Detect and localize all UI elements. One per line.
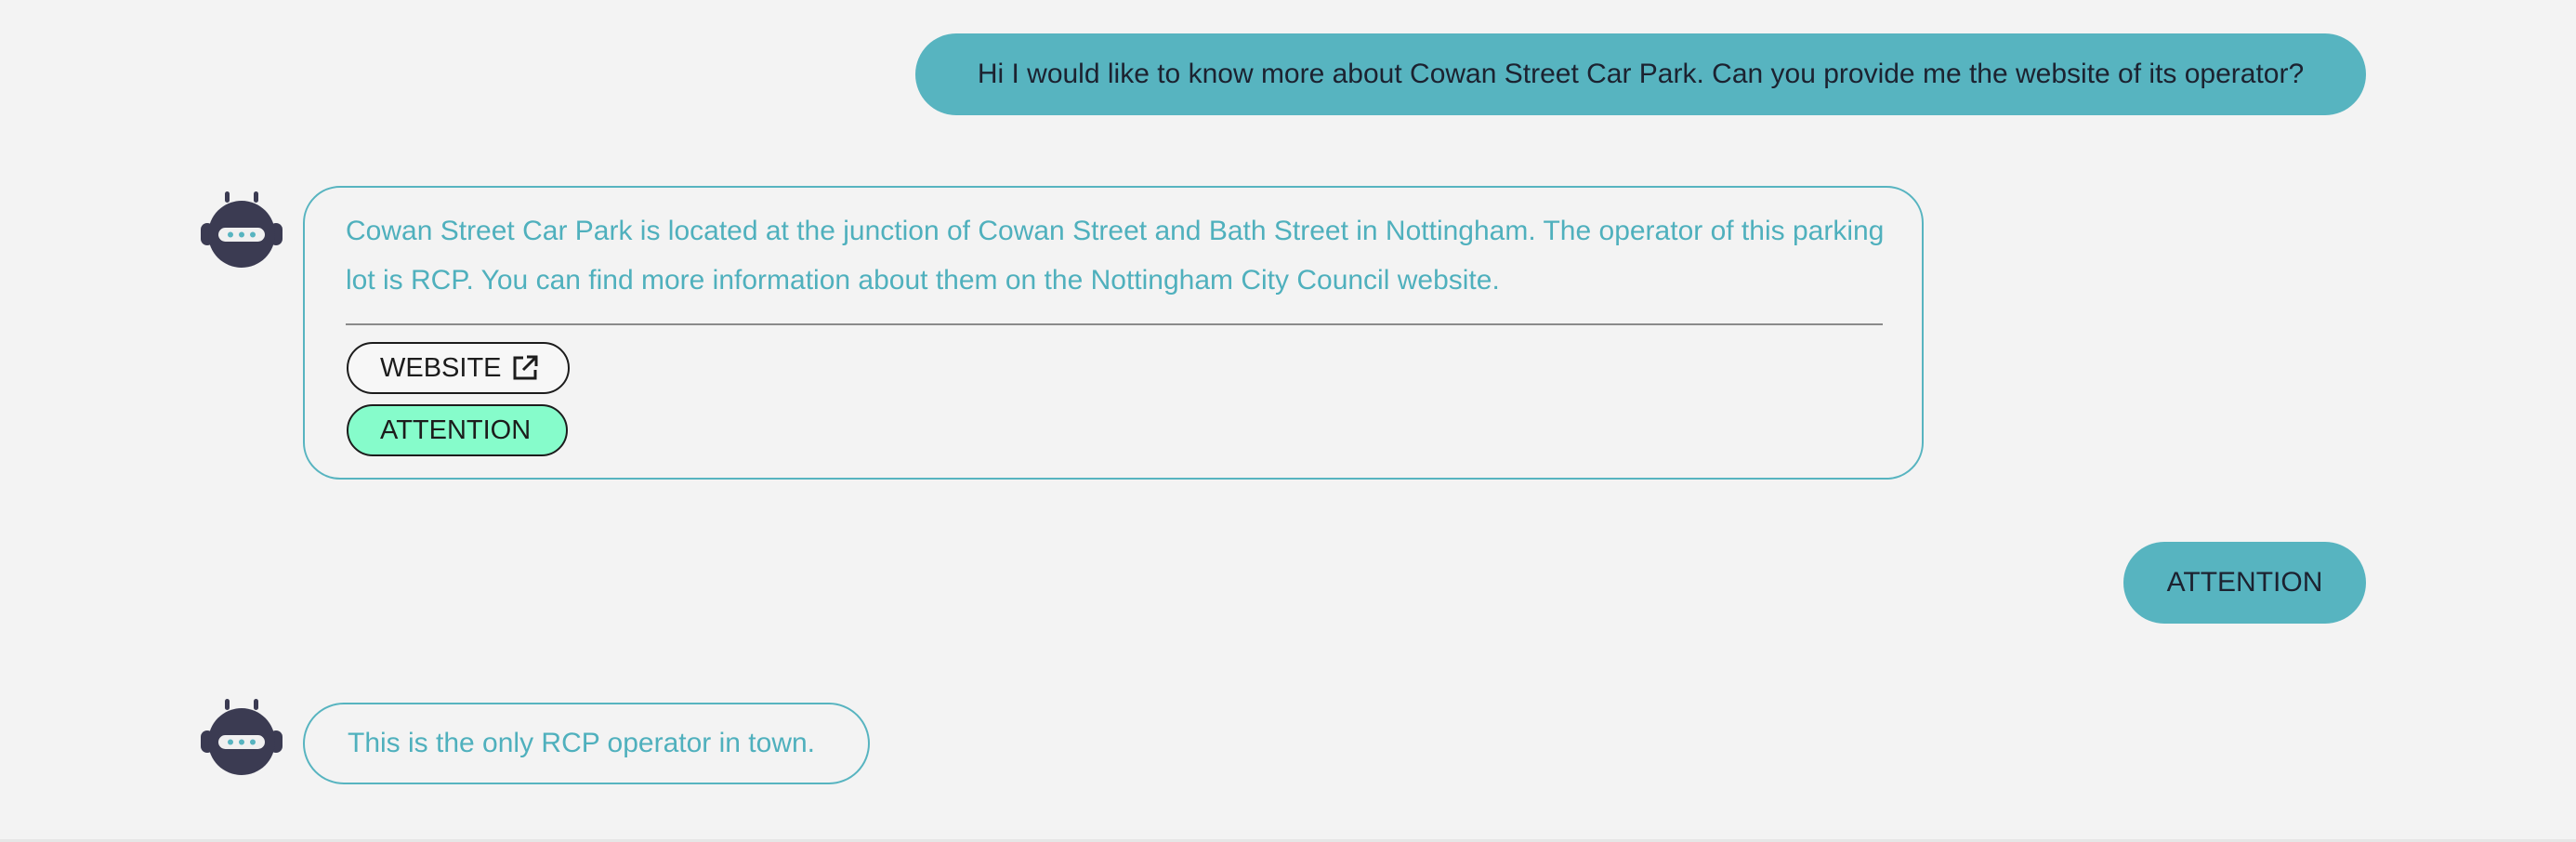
user-message-text: ATTENTION bbox=[2166, 567, 2323, 598]
website-button[interactable]: WEBSITE bbox=[347, 342, 570, 394]
divider bbox=[346, 323, 1883, 325]
attention-button[interactable]: ATTENTION bbox=[347, 404, 568, 456]
user-message: Hi I would like to know more about Cowan… bbox=[915, 33, 2366, 115]
website-button-label: WEBSITE bbox=[380, 352, 502, 383]
bot-message: Cowan Street Car Park is located at the … bbox=[303, 186, 1924, 480]
user-message-text: Hi I would like to know more about Cowan… bbox=[977, 59, 2305, 89]
robot-icon bbox=[201, 191, 283, 268]
external-link-icon bbox=[513, 355, 538, 380]
chat-window: Hi I would like to know more about Cowan… bbox=[0, 0, 2576, 839]
bot-message: This is the only RCP operator in town. bbox=[303, 703, 870, 784]
bot-avatar bbox=[199, 695, 284, 781]
robot-icon bbox=[201, 699, 283, 775]
user-message: ATTENTION bbox=[2123, 542, 2366, 624]
bot-avatar bbox=[199, 188, 284, 273]
bot-message-text: This is the only RCP operator in town. bbox=[348, 728, 816, 758]
attention-button-label: ATTENTION bbox=[380, 414, 532, 445]
bot-message-text: Cowan Street Car Park is located at the … bbox=[346, 216, 1885, 296]
